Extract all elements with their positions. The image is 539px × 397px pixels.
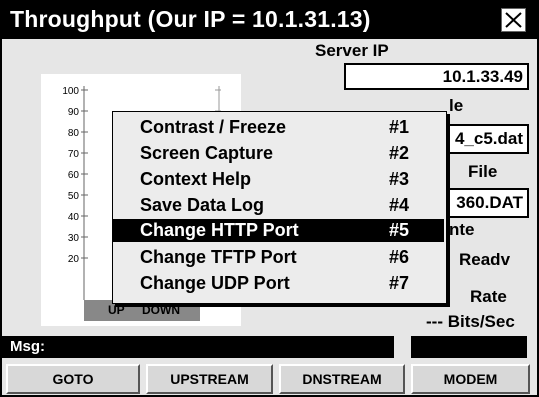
- menu-item-label: Contrast / Freeze: [140, 117, 287, 137]
- menu-item-label: Screen Capture: [140, 143, 274, 163]
- menu-item-save-data-log[interactable]: Save Data Log #4: [113, 194, 444, 217]
- server-ip-field[interactable]: 10.1.33.49: [344, 63, 529, 90]
- menu-item-change-http-port[interactable]: Change HTTP Port #5: [113, 219, 444, 242]
- message-bar: Msg:: [2, 336, 394, 358]
- close-button[interactable]: [501, 8, 526, 32]
- context-menu: Contrast / Freeze #1 Screen Capture #2 C…: [112, 111, 447, 304]
- window-title: Throughput (Our IP = 10.1.31.13): [10, 6, 371, 32]
- state-label: nte: [449, 220, 475, 239]
- menu-item-shortcut: #2: [389, 143, 410, 163]
- throughput-screen: Throughput (Our IP = 10.1.31.13) Server …: [0, 0, 539, 397]
- close-icon: [505, 12, 522, 28]
- y-tick-label: 100: [62, 86, 79, 97]
- title-bar: Throughput (Our IP = 10.1.31.13): [2, 2, 537, 39]
- y-tick-label: 40: [68, 212, 80, 223]
- menu-item-shortcut: #7: [389, 273, 410, 293]
- modem-button[interactable]: MODEM: [411, 364, 530, 394]
- menu-item-screen-capture[interactable]: Screen Capture #2: [113, 142, 444, 165]
- y-tick-label: 50: [68, 191, 80, 202]
- file-label: le: [449, 96, 464, 115]
- menu-item-shortcut: #3: [389, 169, 410, 189]
- y-tick-label: 70: [68, 149, 80, 160]
- file2-label: File: [468, 162, 498, 181]
- menu-item-shortcut: #5: [389, 220, 410, 240]
- menu-item-label: Change TFTP Port: [140, 247, 297, 267]
- y-tick-label: 80: [68, 128, 80, 139]
- menu-item-shortcut: #6: [389, 247, 410, 267]
- message-label: Msg:: [10, 338, 45, 355]
- menu-item-context-help[interactable]: Context Help #3: [113, 168, 444, 191]
- goto-button[interactable]: GOTO: [6, 364, 140, 394]
- menu-item-shortcut: #1: [389, 117, 410, 137]
- menu-item-shortcut: #4: [389, 195, 410, 215]
- state-value: Readv: [459, 250, 511, 269]
- category-label-up: UP: [108, 303, 125, 317]
- upstream-button[interactable]: UPSTREAM: [146, 364, 273, 394]
- menu-item-contrast-freeze[interactable]: Contrast / Freeze #1: [113, 116, 444, 139]
- rate-label: Rate: [470, 287, 507, 306]
- menu-item-change-udp-port[interactable]: Change UDP Port #7: [113, 272, 444, 295]
- rate-value: --- Bits/Sec: [426, 312, 515, 331]
- menu-item-change-tftp-port[interactable]: Change TFTP Port #6: [113, 246, 444, 269]
- y-tick-label: 20: [68, 254, 80, 265]
- y-tick-label: 30: [68, 233, 80, 244]
- status-bar: [411, 336, 527, 358]
- menu-item-label: Change HTTP Port: [140, 220, 299, 240]
- y-tick-label: 60: [68, 170, 80, 181]
- dnstream-button[interactable]: DNSTREAM: [279, 364, 405, 394]
- menu-item-label: Change UDP Port: [140, 273, 290, 293]
- menu-item-label: Context Help: [140, 169, 252, 189]
- menu-item-label: Save Data Log: [140, 195, 265, 215]
- server-ip-label: Server IP: [315, 41, 389, 60]
- category-label-down: DOWN: [142, 303, 180, 317]
- y-tick-label: 90: [68, 107, 80, 118]
